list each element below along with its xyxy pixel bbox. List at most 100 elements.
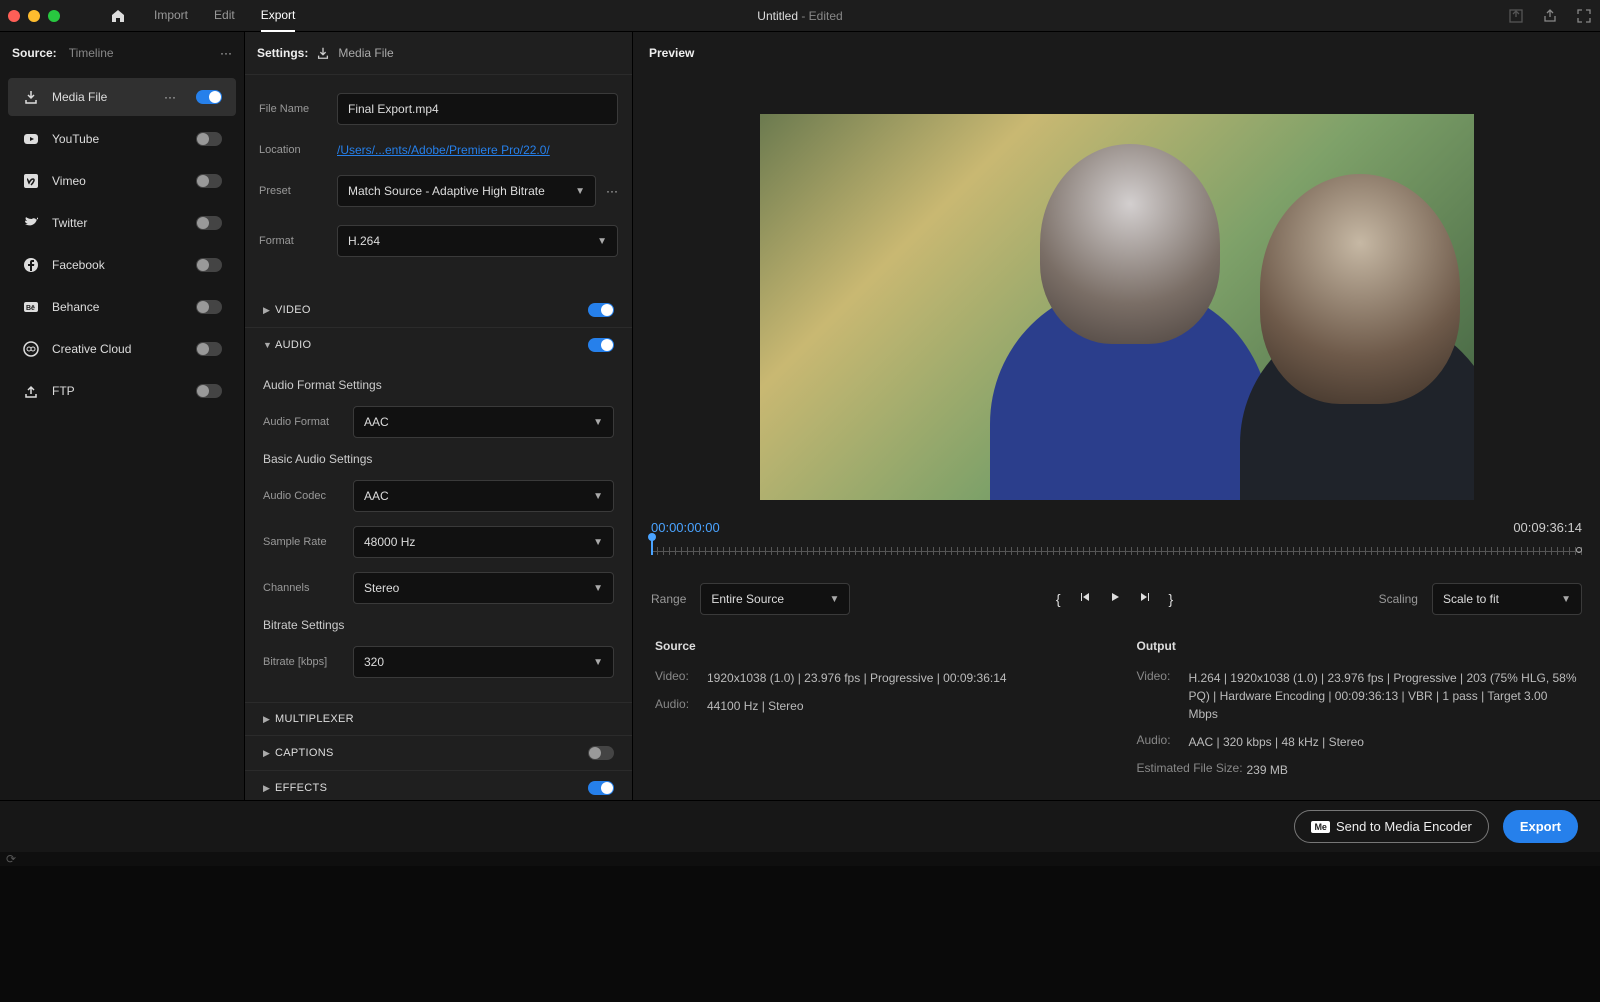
title-text: Untitled bbox=[757, 9, 798, 23]
destination-label: FTP bbox=[52, 384, 184, 398]
audio-format-label: Audio Format bbox=[263, 416, 353, 428]
format-dropdown[interactable]: H.264 ▼ bbox=[337, 225, 618, 257]
range-value: Entire Source bbox=[711, 592, 784, 606]
section-audio-title: Audio bbox=[275, 339, 588, 351]
share-icon[interactable] bbox=[1542, 8, 1558, 24]
section-audio: ▼ Audio Audio Format Settings Audio Form… bbox=[245, 328, 632, 703]
destination-twitter[interactable]: Twitter bbox=[8, 204, 236, 242]
location-link[interactable]: /Users/...ents/Adobe/Premiere Pro/22.0/ bbox=[337, 143, 550, 157]
mark-out-icon[interactable]: } bbox=[1169, 591, 1174, 607]
step-back-icon[interactable] bbox=[1079, 591, 1091, 607]
section-effects-header[interactable]: ▶ Effects bbox=[245, 771, 632, 800]
sidebar: Source: Timeline ··· Media File··· YouTub… bbox=[0, 32, 244, 800]
destination-list: Media File··· YouTube Vimeo Twitter Facebook… bbox=[0, 78, 244, 410]
mark-in-icon[interactable]: { bbox=[1056, 591, 1061, 607]
close-icon[interactable] bbox=[8, 10, 20, 22]
scaling-label: Scaling bbox=[1379, 592, 1418, 606]
settings-label: Settings: bbox=[257, 46, 308, 60]
section-audio-header[interactable]: ▼ Audio bbox=[245, 328, 632, 362]
destination-vimeo[interactable]: Vimeo bbox=[8, 162, 236, 200]
range-dropdown[interactable]: Entire Source▼ bbox=[700, 583, 850, 615]
destination-toggle[interactable] bbox=[196, 342, 222, 356]
basic-audio-title: Basic Audio Settings bbox=[263, 452, 614, 466]
destination-toggle[interactable] bbox=[196, 258, 222, 272]
home-icon[interactable] bbox=[110, 8, 126, 24]
maximize-icon[interactable] bbox=[1576, 8, 1592, 24]
preset-value: Match Source - Adaptive High Bitrate bbox=[348, 184, 545, 198]
send-to-media-encoder-button[interactable]: Me Send to Media Encoder bbox=[1294, 810, 1488, 843]
main: Source: Timeline ··· Media File···YouTub… bbox=[0, 32, 1600, 800]
audio-format-dropdown[interactable]: AAC▼ bbox=[353, 406, 614, 438]
tab-import[interactable]: Import bbox=[154, 0, 188, 32]
sync-icon[interactable]: ⟳ bbox=[6, 852, 16, 866]
source-video-value: 1920x1038 (1.0) | 23.976 fps | Progressi… bbox=[707, 669, 1097, 687]
audio-codec-dropdown[interactable]: AAC▼ bbox=[353, 480, 614, 512]
video-toggle[interactable] bbox=[588, 303, 614, 317]
play-icon[interactable] bbox=[1109, 591, 1121, 607]
captions-toggle[interactable] bbox=[588, 746, 614, 760]
destination-toggle[interactable] bbox=[196, 216, 222, 230]
more-icon[interactable]: ··· bbox=[164, 90, 176, 104]
bitrate-dropdown[interactable]: 320▼ bbox=[353, 646, 614, 678]
quick-export-icon[interactable] bbox=[1508, 8, 1524, 24]
source-more-icon[interactable]: ··· bbox=[220, 46, 232, 60]
settings-header: Settings: Media File bbox=[245, 32, 632, 75]
destination-label: Behance bbox=[52, 300, 184, 314]
bitrate-label: Bitrate [kbps] bbox=[263, 656, 353, 668]
section-video-header[interactable]: ▶ Video bbox=[245, 293, 632, 327]
settings-dest-name: Media File bbox=[338, 46, 393, 60]
source-label: Source: bbox=[12, 46, 57, 60]
output-audio-value: AAC | 320 kbps | 48 kHz | Stereo bbox=[1189, 733, 1579, 751]
destination-media-file[interactable]: Media File··· bbox=[8, 78, 236, 116]
destination-youtube[interactable]: YouTube bbox=[8, 120, 236, 158]
destination-toggle[interactable] bbox=[196, 90, 222, 104]
destination-label: Facebook bbox=[52, 258, 184, 272]
chevron-down-icon: ▼ bbox=[1561, 594, 1571, 605]
document-title: Untitled - Edited bbox=[757, 9, 842, 23]
destination-toggle[interactable] bbox=[196, 300, 222, 314]
source-audio-key: Audio: bbox=[655, 697, 707, 715]
behance-icon: Bē bbox=[22, 298, 40, 316]
destination-toggle[interactable] bbox=[196, 174, 222, 188]
section-multiplexer-header[interactable]: ▶ Multiplexer bbox=[245, 703, 632, 735]
file-name-input[interactable] bbox=[337, 93, 618, 125]
tab-export[interactable]: Export bbox=[261, 0, 296, 32]
workspace-tabs: Import Edit Export bbox=[154, 0, 295, 32]
source-value[interactable]: Timeline bbox=[69, 46, 114, 60]
step-forward-icon[interactable] bbox=[1139, 591, 1151, 607]
scaling-dropdown[interactable]: Scale to fit▼ bbox=[1432, 583, 1582, 615]
chevron-down-icon: ▼ bbox=[593, 417, 603, 428]
playhead-icon[interactable] bbox=[651, 537, 653, 555]
destination-ftp[interactable]: FTP bbox=[8, 372, 236, 410]
preset-more-icon[interactable]: ··· bbox=[606, 184, 618, 198]
tab-edit[interactable]: Edit bbox=[214, 0, 235, 32]
audio-codec-value: AAC bbox=[364, 489, 389, 503]
est-size-label: Estimated File Size: bbox=[1137, 761, 1247, 779]
bitrate-value: 320 bbox=[364, 655, 384, 669]
destination-behance[interactable]: Bē Behance bbox=[8, 288, 236, 326]
destination-toggle[interactable] bbox=[196, 384, 222, 398]
destination-toggle[interactable] bbox=[196, 132, 222, 146]
audio-toggle[interactable] bbox=[588, 338, 614, 352]
audio-codec-label: Audio Codec bbox=[263, 490, 353, 502]
section-captions-header[interactable]: ▶ Captions bbox=[245, 736, 632, 770]
minimize-icon[interactable] bbox=[28, 10, 40, 22]
output-audio-key: Audio: bbox=[1137, 733, 1189, 751]
channels-dropdown[interactable]: Stereo ▼ bbox=[353, 572, 614, 604]
preset-dropdown[interactable]: Match Source - Adaptive High Bitrate ▼ bbox=[337, 175, 596, 207]
chevron-right-icon: ▶ bbox=[263, 748, 275, 759]
output-video-key: Video: bbox=[1137, 669, 1189, 723]
destination-creative-cloud[interactable]: Creative Cloud bbox=[8, 330, 236, 368]
destination-facebook[interactable]: Facebook bbox=[8, 246, 236, 284]
channels-value: Stereo bbox=[364, 581, 399, 595]
media-encoder-icon: Me bbox=[1311, 821, 1330, 833]
sample-rate-dropdown[interactable]: 48000 Hz▼ bbox=[353, 526, 614, 558]
export-button[interactable]: Export bbox=[1503, 810, 1578, 843]
chevron-down-icon: ▼ bbox=[593, 583, 603, 594]
fullscreen-icon[interactable] bbox=[48, 10, 60, 22]
preview-viewport[interactable] bbox=[760, 114, 1474, 500]
scrub-bar[interactable] bbox=[651, 543, 1582, 563]
time-in[interactable]: 00:00:00:00 bbox=[651, 520, 720, 535]
out-point-icon[interactable] bbox=[1576, 547, 1582, 553]
effects-toggle[interactable] bbox=[588, 781, 614, 795]
